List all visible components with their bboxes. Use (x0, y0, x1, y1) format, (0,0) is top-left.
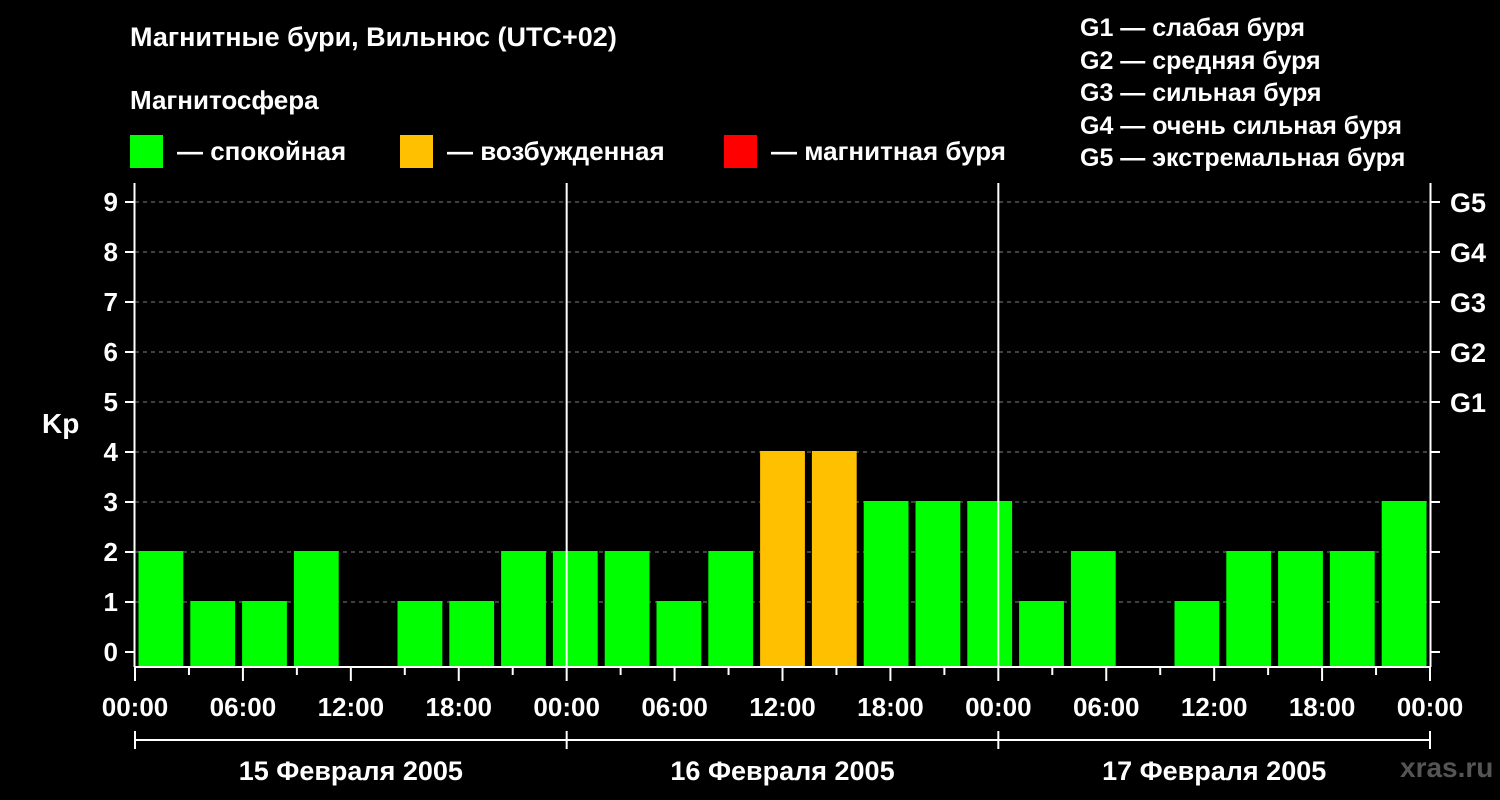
x-tick-label: 00:00 (965, 692, 1032, 722)
y-tick-label: 4 (104, 437, 119, 467)
g-legend-g1: G1 — слабая буря (1080, 14, 1306, 42)
x-tick-label: 00:00 (533, 692, 600, 722)
y-tick-label: 7 (104, 287, 118, 317)
g-scale-label: G3 (1450, 288, 1486, 318)
kp-bar (138, 551, 184, 667)
y-tick-label: 9 (104, 187, 118, 217)
legend-item-quiet: — спокойная (130, 134, 346, 168)
legend-label-storm: — магнитная буря (771, 135, 1006, 166)
y-tick-label: 1 (104, 587, 118, 617)
x-tick-label: 12:00 (749, 692, 816, 722)
x-tick-label: 18:00 (857, 692, 924, 722)
x-tick-label: 00:00 (102, 692, 169, 722)
kp-bar (552, 551, 598, 667)
y-tick-label: 2 (104, 537, 118, 567)
chart-title: Магнитные бури, Вильнюс (UTC+02) (130, 22, 617, 52)
chart-subtitle: Магнитосфера (130, 85, 319, 115)
legend-item-storm: — магнитная буря (724, 134, 1006, 168)
y-axis-label: Kp (42, 408, 80, 439)
g-scale-label: G5 (1450, 188, 1486, 218)
kp-bar (1070, 551, 1116, 667)
kp-bar (967, 501, 1013, 667)
x-tick-label: 00:00 (1397, 692, 1464, 722)
kp-bar (1278, 551, 1323, 667)
y-tick-label: 5 (104, 387, 118, 417)
kp-bar (811, 451, 857, 667)
g-legend-g5: G5 — экстремальная буря (1080, 144, 1406, 172)
kp-bar (190, 601, 236, 667)
legend-swatch-quiet (130, 134, 163, 168)
x-tick-label: 12:00 (1181, 692, 1248, 722)
kp-bar (1329, 551, 1375, 667)
kp-bar (501, 551, 546, 667)
kp-bar (863, 501, 909, 667)
day-label: 15 Февраля 2005 (239, 756, 463, 786)
x-tick-label: 06:00 (210, 692, 277, 722)
kp-bar (293, 551, 339, 667)
kp-bar (656, 601, 702, 667)
kp-bar (1226, 551, 1272, 667)
kp-bar (397, 601, 443, 667)
g-legend-g3: G3 — сильная буря (1080, 79, 1322, 107)
kp-bar (760, 451, 805, 667)
g-legend-g2: G2 — средняя буря (1080, 46, 1321, 75)
x-tick-label: 18:00 (426, 692, 493, 722)
y-tick-label: 3 (104, 487, 118, 517)
g-scale-label: G2 (1450, 338, 1486, 368)
kp-bar (449, 601, 495, 667)
kp-bar (1381, 501, 1427, 667)
legend-label-quiet: — спокойная (177, 135, 347, 166)
legend-swatch-storm (724, 134, 757, 168)
kp-bar (1019, 601, 1064, 667)
watermark: xras.ru (1400, 752, 1494, 783)
kp-bar (604, 551, 650, 667)
g-scale-label: G1 (1450, 388, 1486, 418)
kp-bar (1174, 601, 1220, 667)
y-tick-label: 6 (104, 337, 118, 367)
y-tick-label: 8 (104, 237, 118, 267)
legend-swatch-active (400, 134, 433, 168)
legend-label-active: — возбужденная (447, 135, 665, 166)
day-label: 16 Февраля 2005 (670, 756, 894, 786)
x-tick-label: 06:00 (641, 692, 708, 722)
legend-item-active: — возбужденная (400, 134, 665, 168)
kp-bar (708, 551, 754, 667)
x-tick-label: 12:00 (318, 692, 385, 722)
g-scale-legend: G1 — слабая буря G2 — средняя буря G3 — … (1080, 12, 1405, 175)
g-legend-g4: G4 — очень сильная буря (1080, 111, 1402, 140)
x-tick-label: 06:00 (1073, 692, 1140, 722)
kp-bar (242, 601, 287, 667)
kp-bars (138, 451, 1427, 667)
x-tick-label: 18:00 (1289, 692, 1356, 722)
day-label: 17 Февраля 2005 (1102, 756, 1326, 786)
kp-bar (915, 501, 961, 667)
y-tick-label: 0 (104, 637, 118, 667)
g-scale-label: G4 (1450, 238, 1486, 268)
